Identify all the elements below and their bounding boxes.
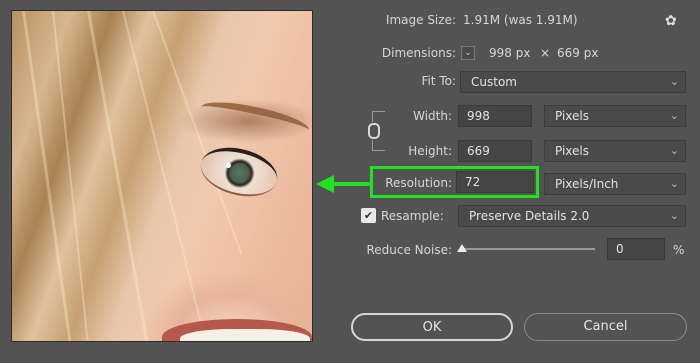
height-unit-value: Pixels	[555, 144, 590, 158]
reduce-noise-slider-thumb[interactable]	[457, 244, 467, 252]
dimensions-width: 998 px	[489, 46, 531, 60]
height-input[interactable]: 669	[458, 140, 532, 162]
arrow-head	[316, 175, 334, 193]
image-size-value: 1.91M (was 1.91M)	[463, 13, 578, 27]
link-bracket-bottom	[372, 140, 385, 151]
fit-to-value: Custom	[471, 75, 517, 89]
reduce-noise-unit: %	[673, 243, 685, 257]
resolution-unit-select[interactable]: Pixels/Inch ⌄	[544, 173, 686, 195]
link-bracket-top	[372, 111, 385, 122]
arrow-left-icon	[331, 182, 373, 186]
resolution-unit-value: Pixels/Inch	[555, 177, 619, 191]
width-input[interactable]: 998	[458, 105, 532, 127]
resolution-label: Resolution:	[385, 176, 452, 190]
eye	[195, 140, 283, 204]
chevron-down-icon: ⌄	[669, 177, 679, 190]
image-preview	[11, 10, 313, 342]
width-unit-select[interactable]: Pixels ⌄	[544, 105, 686, 127]
width-unit-value: Pixels	[555, 109, 590, 123]
dimensions-height: 669 px	[557, 46, 599, 60]
gear-icon[interactable]: ✿	[665, 13, 677, 29]
height-label: Height:	[408, 144, 452, 158]
dimensions-label: Dimensions:	[381, 46, 456, 60]
chevron-down-icon: ⌄	[669, 109, 679, 122]
reduce-noise-input[interactable]: 0	[607, 238, 665, 260]
reduce-noise-slider[interactable]	[461, 248, 595, 250]
resample-method-value: Preserve Details 2.0	[469, 209, 590, 223]
resample-checkbox[interactable]: ✔	[361, 208, 376, 223]
chevron-down-icon: ⌄	[669, 144, 679, 157]
image-size-label: Image Size:	[385, 13, 456, 27]
resample-method-select[interactable]: Preserve Details 2.0 ⌄	[458, 205, 686, 227]
fit-to-label: Fit To:	[421, 74, 456, 88]
fit-to-select[interactable]: Custom ⌄	[460, 71, 686, 93]
width-label: Width:	[413, 109, 452, 123]
eyebrow	[198, 95, 312, 142]
chevron-down-icon[interactable]: ⌄	[461, 46, 475, 60]
dimensions-separator: ×	[540, 46, 551, 60]
chevron-down-icon: ⌄	[669, 75, 679, 88]
chevron-down-icon: ⌄	[669, 209, 679, 222]
resample-label: Resample:	[381, 209, 444, 223]
height-unit-select[interactable]: Pixels ⌄	[544, 140, 686, 162]
resolution-input[interactable]: 72	[456, 171, 534, 193]
chain-link-icon[interactable]	[368, 123, 380, 139]
cancel-button[interactable]: Cancel	[524, 313, 687, 341]
reduce-noise-label: Reduce Noise:	[366, 243, 452, 257]
ok-button[interactable]: OK	[351, 313, 513, 341]
